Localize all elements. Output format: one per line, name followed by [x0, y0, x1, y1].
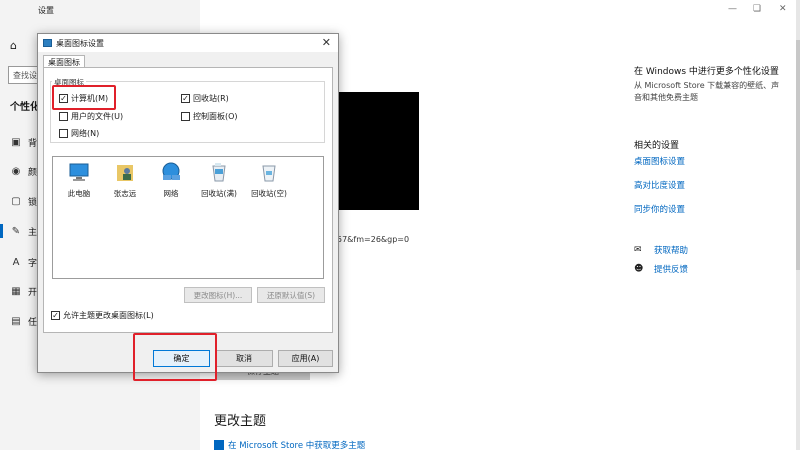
- change-theme-title: 更改主题: [214, 414, 267, 429]
- sidebar-item-taskbar[interactable]: ▤ 任: [10, 314, 37, 328]
- help-chat-icon: ✉: [634, 245, 642, 255]
- dialog-close-icon[interactable]: ✕: [322, 36, 331, 49]
- related-settings-title: 相关的设置: [634, 141, 680, 151]
- scrollbar-thumb[interactable]: [796, 40, 800, 270]
- checkbox-box: [59, 129, 68, 138]
- checkbox-control-panel[interactable]: 控制面板(O): [181, 111, 238, 122]
- sidebar-item-lock-screen[interactable]: ▢ 锁: [10, 194, 37, 208]
- sidebar-item-label: 开: [28, 287, 38, 298]
- checkbox-label: 用户的文件(U): [71, 112, 124, 121]
- checkbox-label: 允许主题更改桌面图标(L): [63, 311, 154, 320]
- checkbox-allow-themes[interactable]: ✓ 允许主题更改桌面图标(L): [51, 310, 154, 321]
- maximize-icon[interactable]: ❏: [753, 4, 761, 14]
- selected-indicator: [0, 224, 3, 238]
- sidebar-item-colors[interactable]: ◉ 颜: [10, 164, 37, 178]
- checkbox-recycle-bin[interactable]: ✓ 回收站(R): [181, 93, 229, 104]
- sidebar-item-fonts[interactable]: A 字: [10, 255, 37, 269]
- sync-settings-link[interactable]: 同步你的设置: [634, 203, 685, 215]
- checkbox-label: 回收站(R): [193, 94, 229, 103]
- checkbox-box: [59, 112, 68, 121]
- desktop-icon-settings-link[interactable]: 桌面图标设置: [634, 155, 685, 167]
- font-icon: A: [12, 256, 20, 268]
- desktop-settings-icon: [43, 39, 52, 47]
- theme-icon: ✎: [11, 225, 21, 237]
- store-link-label: 在 Microsoft Store 中获取更多主题: [228, 441, 366, 450]
- checkbox-box: ✓: [51, 311, 60, 320]
- picture-icon: ▣: [11, 136, 21, 148]
- highlight-computer-checkbox: [52, 85, 116, 110]
- change-icon-button[interactable]: 更改图标(H)...: [184, 287, 252, 303]
- palette-icon: ◉: [11, 165, 21, 177]
- checkbox-user-files[interactable]: 用户的文件(U): [59, 111, 123, 122]
- icon-this-pc[interactable]: 此电脑: [57, 161, 101, 199]
- cancel-button[interactable]: 取消: [215, 350, 273, 367]
- sidebar-item-label: 颜: [28, 167, 38, 178]
- minimize-icon[interactable]: —: [728, 4, 737, 14]
- window-title: 设置: [38, 6, 54, 15]
- icon-recycle-bin-full[interactable]: 回收站(满): [197, 161, 241, 199]
- feedback-icon: ☻: [634, 264, 644, 274]
- sidebar-item-start[interactable]: ▦ 开: [10, 284, 37, 298]
- feedback-link[interactable]: ☻ 提供反馈: [634, 263, 688, 275]
- sidebar-item-label: 锁: [28, 197, 38, 208]
- personalize-description: 从 Microsoft Store 下载兼容的壁纸、声音和其他免费主题: [634, 81, 780, 102]
- icon-label: 网络: [163, 189, 179, 198]
- icon-label: 回收站(空): [251, 189, 287, 198]
- store-icon: [214, 440, 224, 450]
- get-help-label: 获取帮助: [654, 246, 689, 256]
- theme-preview: [337, 92, 419, 210]
- apply-button[interactable]: 应用(A): [278, 350, 333, 367]
- section-title: 个性化: [10, 102, 40, 113]
- highlight-ok-button: [133, 333, 217, 381]
- sidebar-item-label: 背: [28, 138, 38, 149]
- dialog-title: 桌面图标设置: [56, 38, 104, 48]
- checkbox-box: [181, 112, 190, 121]
- taskbar-icon: ▤: [11, 315, 21, 327]
- home-icon[interactable]: ⌂: [10, 40, 22, 52]
- icon-user-folder[interactable]: 张志远: [103, 161, 147, 199]
- dialog-titlebar[interactable]: 桌面图标设置 ✕: [38, 34, 338, 52]
- user-folder-icon: [117, 165, 133, 181]
- sidebar-item-label: 主: [28, 227, 38, 238]
- icon-list[interactable]: 此电脑 张志远 网络 回收站(满) 回收站(空): [52, 156, 324, 279]
- desktop-icon-settings-dialog: 桌面图标设置 ✕ 桌面图标 桌面图标 ✓ 计算机(M) ✓ 回收站(R) 用户的…: [37, 33, 339, 373]
- personalize-title: 在 Windows 中进行更多个性化设置: [634, 67, 779, 77]
- icon-network[interactable]: 网络: [149, 161, 193, 199]
- store-link[interactable]: 在 Microsoft Store 中获取更多主题: [214, 439, 365, 450]
- lock-screen-icon: ▢: [11, 195, 21, 207]
- network-icon: [162, 162, 180, 180]
- background-filename: 57&fm=26&gp=0: [337, 235, 410, 244]
- restore-default-button[interactable]: 还原默认值(S): [257, 287, 325, 303]
- sidebar-item-background[interactable]: ▣ 背: [10, 135, 37, 149]
- icon-label: 此电脑: [67, 189, 91, 198]
- sidebar-item-themes[interactable]: ✎ 主: [10, 224, 37, 238]
- start-icon: ▦: [11, 285, 21, 297]
- checkbox-label: 网络(N): [71, 129, 100, 138]
- icon-label: 回收站(满): [201, 189, 237, 198]
- feedback-label: 提供反馈: [654, 265, 689, 275]
- sidebar-item-label: 任: [28, 317, 38, 328]
- icon-label: 张志远: [113, 189, 137, 198]
- recycle-bin-empty-icon: [262, 165, 276, 182]
- this-pc-icon: [69, 163, 89, 181]
- close-icon[interactable]: ✕: [779, 4, 787, 14]
- checkbox-label: 控制面板(O): [193, 112, 238, 121]
- get-help-link[interactable]: ✉ 获取帮助: [634, 244, 688, 256]
- recycle-bin-full-icon: [212, 163, 226, 182]
- icon-recycle-bin-empty[interactable]: 回收站(空): [247, 161, 291, 199]
- high-contrast-link[interactable]: 高对比度设置: [634, 179, 685, 191]
- sidebar-item-label: 字: [28, 258, 38, 269]
- checkbox-box: ✓: [181, 94, 190, 103]
- checkbox-network[interactable]: 网络(N): [59, 128, 99, 139]
